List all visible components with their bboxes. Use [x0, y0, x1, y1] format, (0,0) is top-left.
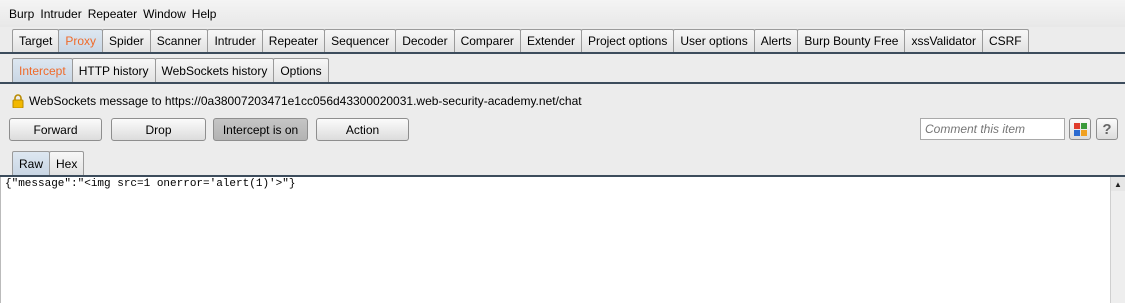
tab-user-options[interactable]: User options — [673, 29, 755, 52]
tab-csrf[interactable]: CSRF — [981, 29, 1029, 52]
drop-button[interactable]: Drop — [111, 118, 206, 141]
tab-comparer[interactable]: Comparer — [453, 29, 521, 52]
tab-target[interactable]: Target — [12, 29, 60, 52]
tab-scanner[interactable]: Scanner — [149, 29, 209, 52]
tab-extender[interactable]: Extender — [519, 29, 582, 52]
help-icon: ? — [1102, 120, 1112, 138]
tab-raw[interactable]: Raw — [12, 151, 51, 175]
tab-project-options[interactable]: Project options — [580, 29, 675, 52]
message-editor[interactable]: {"message":"<img src=1 onerror='alert(1)… — [0, 177, 1110, 303]
tab-intercept[interactable]: Intercept — [12, 58, 73, 82]
menu-repeater[interactable]: Repeater — [85, 7, 140, 21]
highlight-color-button[interactable] — [1069, 118, 1091, 140]
websocket-message-info: WebSockets message to https://0a38007203… — [12, 93, 582, 109]
menu-burp[interactable]: Burp — [6, 7, 37, 21]
menu-bar: Burp Intruder Repeater Window Help — [0, 0, 1125, 27]
proxy-sub-tabs: Intercept HTTP history WebSockets histor… — [12, 58, 329, 82]
action-button[interactable]: Action — [316, 118, 409, 141]
tab-websockets-history[interactable]: WebSockets history — [154, 58, 275, 82]
scroll-up-icon[interactable]: ▲ — [1111, 177, 1125, 191]
help-button[interactable]: ? — [1096, 118, 1118, 140]
tab-intruder[interactable]: Intruder — [207, 29, 263, 52]
main-tabs-divider — [0, 52, 1125, 54]
tab-spider[interactable]: Spider — [102, 29, 151, 52]
sub-tabs-divider — [0, 82, 1125, 84]
vertical-scrollbar[interactable]: ▲ — [1110, 177, 1125, 303]
main-tabs: Target Proxy Spider Scanner Intruder Rep… — [12, 29, 1029, 52]
lock-icon — [12, 94, 24, 109]
tab-http-history[interactable]: HTTP history — [71, 58, 156, 82]
tab-xssvalidator[interactable]: xssValidator — [904, 29, 983, 52]
forward-button[interactable]: Forward — [9, 118, 102, 141]
intercept-toggle-button[interactable]: Intercept is on — [213, 118, 308, 141]
editor-tabs: Raw Hex — [12, 151, 85, 175]
tab-decoder[interactable]: Decoder — [395, 29, 455, 52]
tab-alerts[interactable]: Alerts — [753, 29, 799, 52]
tab-burp-bounty-free[interactable]: Burp Bounty Free — [797, 29, 906, 52]
menu-help[interactable]: Help — [189, 7, 220, 21]
tab-sequencer[interactable]: Sequencer — [324, 29, 397, 52]
menu-window[interactable]: Window — [140, 7, 189, 21]
tab-options[interactable]: Options — [273, 58, 329, 82]
menu-intruder[interactable]: Intruder — [37, 7, 84, 21]
websocket-message-label: WebSockets message to https://0a38007203… — [29, 94, 582, 108]
comment-input[interactable] — [920, 118, 1065, 140]
tab-repeater[interactable]: Repeater — [261, 29, 326, 52]
tab-hex[interactable]: Hex — [49, 151, 85, 175]
color-grid-icon — [1073, 122, 1087, 136]
tab-proxy[interactable]: Proxy — [58, 29, 104, 52]
